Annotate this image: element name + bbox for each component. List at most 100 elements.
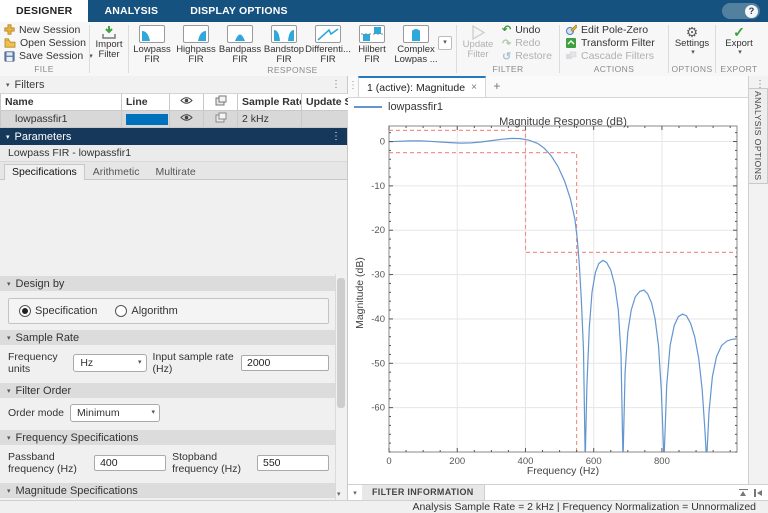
magnitude-figure-tab[interactable]: 1 (active): Magnitude × (358, 76, 486, 97)
frequency-specifications-header[interactable]: ▾ Frequency Specifications (0, 430, 337, 445)
parameters-scrollbar[interactable]: ▾ (335, 274, 347, 500)
help-button[interactable]: ? (722, 3, 760, 19)
tab-display-options[interactable]: DISPLAY OPTIONS (174, 0, 304, 22)
status-bar: Analysis Sample Rate = 2 kHz | Frequency… (0, 500, 768, 513)
parameters-subtitle: Lowpass FIR - lowpassfir1 (0, 145, 347, 162)
input-sample-rate-field[interactable] (241, 355, 329, 371)
tab-specifications[interactable]: Specifications (4, 164, 85, 180)
design-by-header[interactable]: ▾ Design by (0, 276, 337, 291)
bandstop-response-icon (274, 30, 294, 41)
lowpass-response-icon (142, 31, 150, 41)
svg-text:0: 0 (380, 137, 385, 148)
svg-text:-10: -10 (371, 181, 385, 192)
stopband-frequency-field[interactable] (257, 455, 329, 471)
scrollbar-down-icon[interactable]: ▾ (337, 490, 341, 498)
transform-filter-icon (566, 38, 576, 48)
tab-grip-icon[interactable]: ⋮ (348, 76, 358, 97)
filters-panel-header[interactable]: ▾ Filters ⋮ (0, 76, 347, 94)
cascade-filters-button[interactable]: Cascade Filters (565, 50, 663, 63)
svg-text:-60: -60 (371, 403, 385, 414)
undo-icon: ↶ (502, 24, 512, 37)
sample-rate-cell: 2 kHz (237, 110, 302, 128)
update-filter-button[interactable]: Update Filter (458, 22, 498, 64)
bandpass-fir-button[interactable]: Bandpass FIR (218, 22, 262, 65)
sample-rate-header[interactable]: ▾ Sample Rate (0, 330, 337, 345)
input-sample-rate-label: Input sample rate (Hz) (152, 351, 234, 375)
parameters-tabs: Specifications Arithmetic Multirate (0, 162, 347, 180)
magnitude-response-plot[interactable]: 0 200 400 600 8000-10-20-30-40-50-60 (348, 115, 748, 485)
filter-information-bar: ▾ FILTER INFORMATION (348, 484, 768, 501)
specification-radio[interactable]: Specification (19, 305, 97, 317)
y-axis-label: Magnitude (dB) (354, 257, 366, 329)
svg-text:-30: -30 (371, 270, 385, 281)
filter-information-tab[interactable]: FILTER INFORMATION (362, 485, 485, 501)
scrollbar-thumb[interactable] (337, 278, 345, 408)
edit-pole-zero-button[interactable]: Edit Pole-Zero (565, 23, 663, 36)
analysis-options-tab[interactable]: ANALYSIS OPTIONS (749, 88, 768, 184)
visibility-eye-icon[interactable] (180, 113, 193, 122)
svg-text:-50: -50 (371, 358, 385, 369)
svg-text:-40: -40 (371, 314, 385, 325)
collapse-parameters-icon: ▾ (6, 133, 10, 141)
new-session-icon (4, 24, 15, 35)
plot-legend: lowpassfir1 (348, 98, 748, 116)
differentiator-fir-button[interactable]: Differenti... FIR (305, 22, 351, 65)
ribbon-section-filter: Update Filter ↶ Undo ↷ Redo ↺ Restore FI… (458, 22, 558, 76)
parameters-panel-header[interactable]: ▾ Parameters ⋮ (0, 128, 347, 145)
export-button[interactable]: ✓ Export ▾ (717, 22, 761, 64)
design-by-group: Specification Algorithm (8, 298, 329, 324)
restore-layout-icon[interactable] (754, 489, 764, 497)
settings-dropdown-icon: ▾ (691, 49, 695, 57)
tab-multirate[interactable]: Multirate (147, 164, 203, 179)
redo-button[interactable]: ↷ Redo (502, 37, 552, 50)
save-session-button[interactable]: Save Session ▾ (4, 50, 93, 63)
line-swatch[interactable] (126, 113, 168, 125)
filter-order-header[interactable]: ▾ Filter Order (0, 383, 337, 398)
figure-tab-bar: ⋮ 1 (active): Magnitude × + (348, 76, 748, 98)
svg-text:-20: -20 (371, 225, 385, 236)
complex-lowpass-fir-button[interactable]: Complex Lowpas ... (394, 22, 438, 65)
export-dropdown-icon: ▾ (738, 49, 742, 57)
response-gallery-dropdown[interactable]: ▾ (438, 36, 452, 51)
import-filter-button[interactable]: Import Filter (91, 22, 127, 64)
open-session-button[interactable]: Open Session (4, 37, 92, 50)
mask-toggle-icon[interactable] (215, 112, 227, 123)
export-check-icon: ✓ (733, 24, 745, 40)
close-tab-icon[interactable]: × (471, 82, 477, 93)
status-text: Analysis Sample Rate = 2 kHz | Frequency… (412, 501, 756, 513)
filter-row-lowpassfir1[interactable]: lowpassfir1 2 kHz (0, 110, 349, 128)
tab-arithmetic[interactable]: Arithmetic (85, 164, 148, 179)
lowpass-fir-button[interactable]: Lowpass FIR (130, 22, 174, 65)
legend-label: lowpassfir1 (388, 100, 444, 113)
save-icon (4, 51, 15, 62)
filter-information-dropdown-icon[interactable]: ▾ (348, 489, 362, 497)
restore-button[interactable]: ↺ Restore (502, 50, 552, 63)
transform-filter-button[interactable]: Transform Filter (565, 37, 663, 50)
new-session-button[interactable]: New Session (4, 23, 92, 36)
stopband-frequency-label: Stopband frequency (Hz) (172, 451, 241, 475)
ribbon-section-response: Lowpass FIR Highpass FIR Bandpass FIR Ba… (130, 22, 455, 76)
bandstop-fir-button[interactable]: Bandstop FIR (262, 22, 306, 65)
edit-pole-zero-icon (566, 24, 577, 35)
gear-icon: ⚙ (685, 24, 699, 40)
filters-menu-icon[interactable]: ⋮ (331, 79, 341, 90)
settings-button[interactable]: ⚙ Settings ▾ (670, 22, 714, 64)
frequency-units-select[interactable]: Hz (73, 354, 147, 372)
undo-button[interactable]: ↶ Undo (502, 23, 552, 37)
tab-designer[interactable]: DESIGNER (0, 0, 89, 22)
parameters-menu-icon[interactable]: ⋮ (331, 131, 341, 142)
passband-frequency-field[interactable] (94, 455, 167, 471)
tab-analysis[interactable]: ANALYSIS (88, 0, 174, 22)
radio-unselected-icon (115, 305, 128, 317)
expand-panel-icon[interactable] (739, 489, 748, 497)
ribbon-section-import: Import Filter (91, 22, 127, 76)
filter-name-cell[interactable]: lowpassfir1 (0, 110, 122, 128)
update-status-cell (301, 110, 349, 128)
hilbert-fir-button[interactable]: Hilbert FIR (350, 22, 394, 65)
add-figure-tab-button[interactable]: + (486, 76, 508, 97)
highpass-fir-button[interactable]: Highpass FIR (174, 22, 218, 65)
magnitude-specifications-header[interactable]: ▾ Magnitude Specifications (0, 483, 337, 498)
algorithm-radio[interactable]: Algorithm (115, 305, 178, 317)
order-mode-select[interactable]: Minimum (70, 404, 161, 422)
filters-table-header: Name Line Sample Rate Update Status (0, 94, 349, 111)
